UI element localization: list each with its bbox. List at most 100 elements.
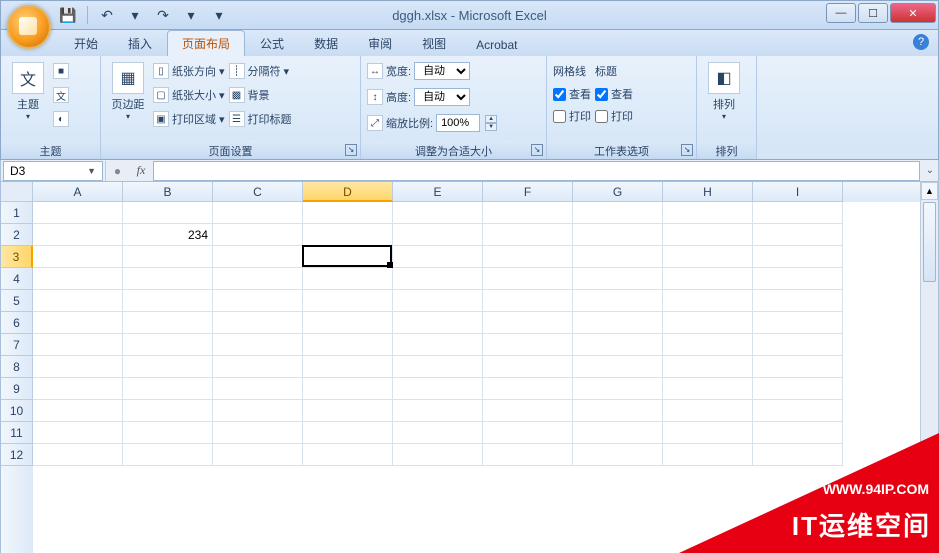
cell[interactable] (663, 356, 753, 378)
cell[interactable] (303, 444, 393, 466)
cell[interactable] (393, 290, 483, 312)
cell[interactable] (663, 224, 753, 246)
cell[interactable] (753, 422, 843, 444)
row-header[interactable]: 6 (1, 312, 33, 334)
column-header[interactable]: A (33, 182, 123, 202)
save-icon[interactable]: 💾 (57, 4, 79, 26)
fx-icon[interactable]: fx (129, 161, 153, 181)
undo-dropdown-icon[interactable]: ▾ (124, 4, 146, 26)
theme-effects-button[interactable]: ◐ (53, 108, 69, 130)
cell[interactable] (573, 246, 663, 268)
cell[interactable] (123, 312, 213, 334)
orientation-button[interactable]: ▯纸张方向 ▾ (153, 60, 225, 82)
cell[interactable] (213, 400, 303, 422)
cell[interactable] (663, 334, 753, 356)
spin-down-icon[interactable]: ▼ (485, 123, 497, 131)
print-titles-button[interactable]: ☰打印标题 (229, 108, 292, 130)
cell[interactable] (483, 334, 573, 356)
cell[interactable] (393, 268, 483, 290)
theme-colors-button[interactable]: ■ (53, 60, 69, 82)
cell[interactable] (33, 334, 123, 356)
vertical-scrollbar[interactable]: ▲ ▼ (920, 182, 938, 553)
formula-input[interactable] (153, 161, 920, 181)
print-area-button[interactable]: ▣打印区域 ▾ (153, 108, 225, 130)
cell[interactable] (213, 422, 303, 444)
cell[interactable] (213, 268, 303, 290)
cell[interactable] (663, 400, 753, 422)
cell[interactable] (663, 422, 753, 444)
cell[interactable] (753, 444, 843, 466)
cell[interactable] (573, 378, 663, 400)
cell[interactable] (213, 312, 303, 334)
cell[interactable] (573, 290, 663, 312)
cell[interactable] (303, 202, 393, 224)
column-header[interactable]: G (573, 182, 663, 202)
cell[interactable] (573, 312, 663, 334)
tab-review[interactable]: 审阅 (353, 30, 407, 56)
cell[interactable] (123, 268, 213, 290)
cell[interactable] (33, 356, 123, 378)
cell[interactable] (573, 334, 663, 356)
row-header[interactable]: 4 (1, 268, 33, 290)
cell[interactable] (213, 246, 303, 268)
cell[interactable] (393, 378, 483, 400)
redo-dropdown-icon[interactable]: ▾ (180, 4, 202, 26)
cell[interactable] (483, 224, 573, 246)
cell[interactable] (213, 356, 303, 378)
scale-launcher[interactable]: ↘ (531, 144, 543, 156)
cell[interactable] (123, 334, 213, 356)
theme-fonts-button[interactable]: 文 (53, 84, 69, 106)
cell[interactable] (573, 400, 663, 422)
scroll-down-icon[interactable]: ▼ (921, 535, 938, 553)
page-setup-launcher[interactable]: ↘ (345, 144, 357, 156)
cell[interactable] (123, 246, 213, 268)
cell[interactable] (393, 202, 483, 224)
name-box-dropdown-icon[interactable]: ▼ (87, 166, 96, 176)
scroll-thumb[interactable] (923, 202, 936, 282)
minimize-button[interactable]: — (826, 3, 856, 23)
cells-area[interactable]: 234 (33, 202, 920, 553)
cell[interactable] (33, 312, 123, 334)
cell[interactable] (213, 378, 303, 400)
tab-home[interactable]: 开始 (59, 30, 113, 56)
cell[interactable] (483, 378, 573, 400)
cell[interactable] (483, 290, 573, 312)
cell[interactable] (33, 444, 123, 466)
row-header[interactable]: 7 (1, 334, 33, 356)
name-box[interactable]: D3▼ (3, 161, 103, 181)
cell[interactable] (663, 312, 753, 334)
cell[interactable] (393, 444, 483, 466)
cell[interactable] (483, 202, 573, 224)
cell[interactable] (33, 378, 123, 400)
cell[interactable] (33, 246, 123, 268)
cell[interactable] (393, 224, 483, 246)
undo-icon[interactable]: ↶ (96, 4, 118, 26)
cell[interactable] (303, 268, 393, 290)
cell[interactable] (393, 400, 483, 422)
cell[interactable] (753, 202, 843, 224)
cell[interactable] (213, 444, 303, 466)
tab-acrobat[interactable]: Acrobat (461, 33, 532, 56)
cell[interactable] (123, 378, 213, 400)
cell[interactable] (573, 422, 663, 444)
column-header[interactable]: E (393, 182, 483, 202)
cell[interactable] (753, 312, 843, 334)
cell[interactable] (303, 290, 393, 312)
cell[interactable] (303, 224, 393, 246)
cell[interactable] (483, 400, 573, 422)
row-header[interactable]: 2 (1, 224, 33, 246)
cell[interactable] (483, 422, 573, 444)
select-all-corner[interactable] (1, 182, 33, 202)
row-header[interactable]: 9 (1, 378, 33, 400)
cell[interactable] (33, 268, 123, 290)
cell[interactable] (753, 224, 843, 246)
tab-formulas[interactable]: 公式 (245, 30, 299, 56)
cell[interactable] (663, 444, 753, 466)
qat-customize-icon[interactable]: ▾ (208, 4, 230, 26)
size-button[interactable]: ▢纸张大小 ▾ (153, 84, 225, 106)
cell[interactable] (573, 356, 663, 378)
cell[interactable] (123, 422, 213, 444)
cell[interactable] (753, 400, 843, 422)
cell[interactable] (753, 246, 843, 268)
cell[interactable] (573, 202, 663, 224)
